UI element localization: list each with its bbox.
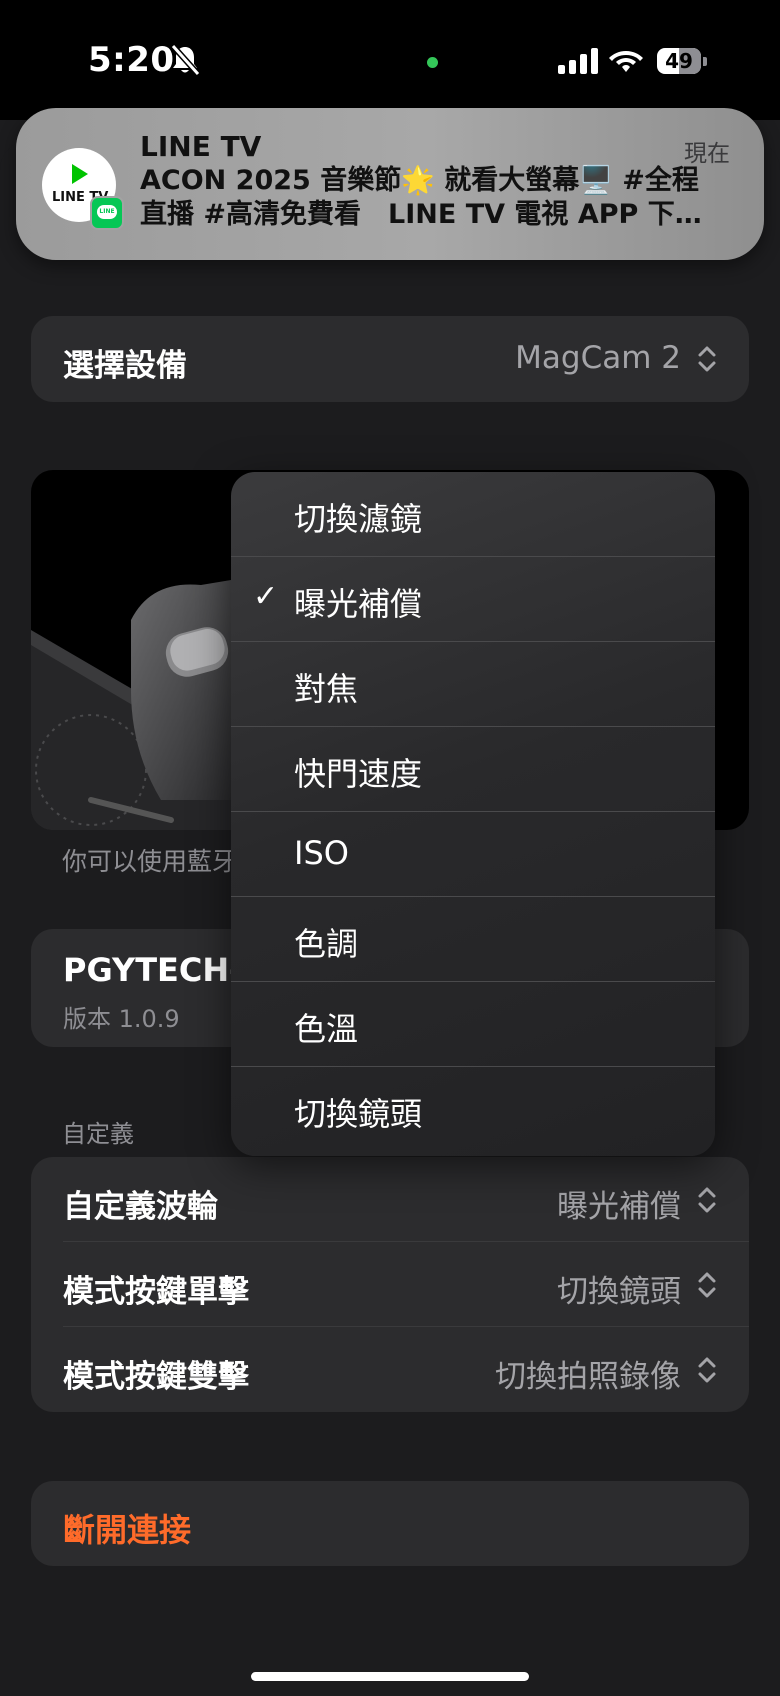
device-name: PGYTECH- [63, 951, 243, 989]
menu-item-label: 曝光補償 [294, 585, 423, 623]
menu-item-label: 切換濾鏡 [294, 500, 423, 538]
notification-time: 現在 [684, 141, 730, 167]
status-bar: 5:20 49 [0, 0, 780, 120]
custom-settings-card: 自定義波輪 曝光補償 模式按鍵單擊 切換鏡頭 模式按鍵雙擊 切換拍照錄像 [31, 1157, 749, 1412]
menu-item-shutter-speed[interactable]: 快門速度 [231, 727, 715, 812]
disconnect-button[interactable]: 斷開連接 [31, 1481, 749, 1566]
chevron-up-down-icon [698, 1187, 716, 1213]
custom-dial-value: 曝光補償 [557, 1189, 681, 1225]
checkmark-icon: ✓ [253, 579, 279, 614]
menu-item-exposure-compensation[interactable]: ✓ 曝光補償 [231, 557, 715, 642]
menu-item-switch-lens[interactable]: 切換鏡頭 [231, 1067, 715, 1152]
device-select-row[interactable]: 選擇設備 MagCam 2 [31, 316, 749, 402]
cellular-signal-icon [558, 48, 598, 74]
battery-indicator: 49 [657, 48, 707, 76]
notification-body: ACON 2025 音樂節🌟 就看大螢幕🖥️ #全程直播 #高清免費看 LINE… [140, 165, 702, 230]
disconnect-label: 斷開連接 [63, 1511, 192, 1549]
menu-item-color-temperature[interactable]: 色溫 [231, 982, 715, 1067]
line-badge-icon: LINE [90, 196, 124, 230]
dial-function-menu: 切換濾鏡 ✓ 曝光補償 對焦 快門速度 ISO 色調 色溫 切換鏡頭 [231, 472, 715, 1156]
mode-double-click-label: 模式按鍵雙擊 [63, 1359, 249, 1395]
custom-dial-row[interactable]: 自定義波輪 曝光補償 [31, 1157, 749, 1242]
home-indicator[interactable] [251, 1672, 529, 1681]
menu-item-label: 色調 [294, 925, 359, 963]
mode-single-click-row[interactable]: 模式按鍵單擊 切換鏡頭 [31, 1242, 749, 1327]
mode-single-click-label: 模式按鍵單擊 [63, 1274, 249, 1310]
menu-item-label: 快門速度 [294, 755, 423, 793]
menu-item-tint[interactable]: 色調 [231, 897, 715, 982]
notification-banner[interactable]: LINE TV LINE LINE TV 現在 ACON 2025 音樂節🌟 就… [16, 108, 764, 260]
bell-slash-icon [170, 44, 200, 76]
custom-dial-label: 自定義波輪 [63, 1189, 218, 1225]
mode-double-click-row[interactable]: 模式按鍵雙擊 切換拍照錄像 [31, 1327, 749, 1412]
privacy-indicator-dot [427, 57, 438, 68]
menu-item-label: 切換鏡頭 [294, 1095, 423, 1133]
device-select-label: 選擇設備 [63, 348, 187, 384]
chevron-up-down-icon [698, 346, 716, 372]
menu-item-iso[interactable]: ISO [231, 812, 715, 897]
device-select-value: MagCam 2 [515, 340, 681, 376]
play-icon [72, 164, 88, 184]
menu-item-filter-switch[interactable]: 切換濾鏡 [231, 472, 715, 557]
mode-single-click-value: 切換鏡頭 [557, 1274, 681, 1310]
status-time: 5:20 [88, 40, 175, 80]
menu-item-label: 對焦 [294, 670, 359, 708]
battery-level: 49 [665, 49, 693, 73]
mode-double-click-value: 切換拍照錄像 [495, 1359, 681, 1395]
firmware-version: 版本 1.0.9 [63, 1005, 180, 1033]
chevron-up-down-icon [698, 1272, 716, 1298]
menu-item-focus[interactable]: 對焦 [231, 642, 715, 727]
preview-caption: 你可以使用藍牙 [62, 847, 238, 876]
line-badge-text: LINE [97, 205, 117, 219]
wifi-icon [609, 51, 643, 72]
section-header-custom: 自定義 [62, 1120, 134, 1148]
menu-item-label: ISO [294, 834, 349, 872]
menu-item-label: 色溫 [294, 1010, 359, 1048]
chevron-up-down-icon [698, 1357, 716, 1383]
notification-app-name: LINE TV [140, 130, 262, 163]
